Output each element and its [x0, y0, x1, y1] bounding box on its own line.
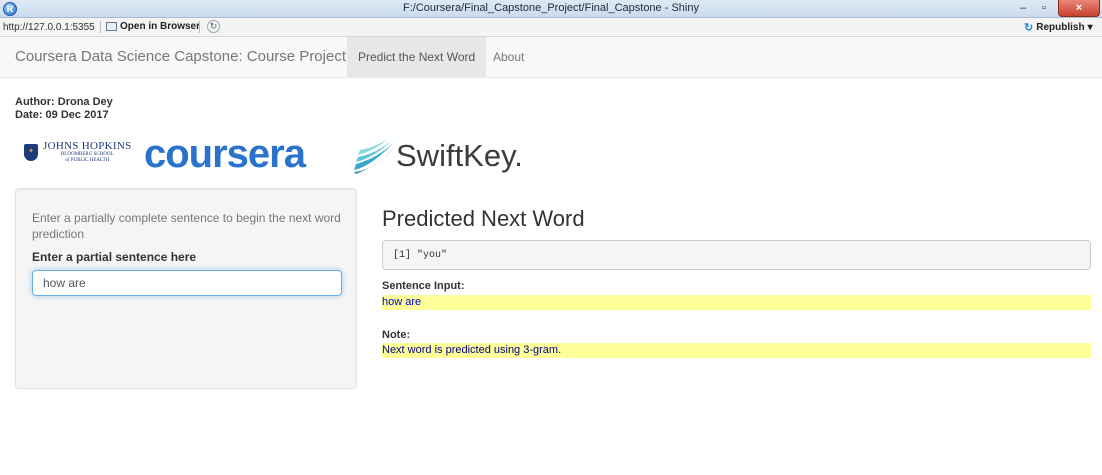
- refresh-icon[interactable]: ↻: [207, 20, 220, 33]
- sentence-input-label: Enter a partial sentence here: [32, 250, 197, 264]
- window-title-bar: R F:/Coursera/Final_Capstone_Project/Fin…: [0, 0, 1102, 18]
- toolbar-divider: [100, 21, 101, 33]
- date-text: Date: 09 Dec 2017: [15, 109, 109, 121]
- chevron-down-icon: ▾: [1087, 22, 1093, 33]
- help-text: Enter a partially complete sentence to b…: [32, 211, 341, 241]
- sentence-input-echo-label: Sentence Input:: [382, 280, 465, 292]
- minimize-button[interactable]: –: [1013, 0, 1033, 17]
- logo-banner: ✦ JOHNS HOPKINS BLOOMBERG SCHOOL of PUBL…: [24, 132, 544, 176]
- republish-icon: ↻: [1024, 22, 1034, 34]
- app-navbar: Coursera Data Science Capstone: Course P…: [0, 37, 1102, 78]
- browser-window-icon: [106, 22, 117, 31]
- coursera-logo: coursera: [144, 132, 306, 176]
- window-title: F:/Coursera/Final_Capstone_Project/Final…: [403, 2, 699, 14]
- republish-label: Republish: [1036, 22, 1085, 33]
- maximize-button[interactable]: ▫: [1034, 0, 1054, 17]
- republish-button[interactable]: ↻ Republish ▾: [1024, 21, 1093, 34]
- toolbar-divider: [199, 21, 200, 33]
- sidebar-panel: Enter a partially complete sentence to b…: [15, 188, 357, 389]
- jhu-logo-line1: JOHNS HOPKINS: [43, 140, 132, 152]
- note-label: Note:: [382, 329, 411, 341]
- jhu-shield-icon: ✦: [24, 143, 38, 161]
- viewer-toolbar: http://127.0.0.1:5355 Open in Browser ↻ …: [0, 18, 1102, 37]
- open-in-browser-button[interactable]: Open in Browser: [106, 21, 200, 32]
- swiftkey-swoosh-icon: [354, 139, 395, 174]
- navbar-brand[interactable]: Coursera Data Science Capstone: Course P…: [15, 48, 346, 65]
- url-text[interactable]: http://127.0.0.1:5355: [3, 22, 95, 33]
- close-button[interactable]: ×: [1058, 0, 1100, 17]
- author-text: Author: Drona Dey: [15, 96, 113, 108]
- sentence-input-echo: how are: [382, 295, 1091, 310]
- prediction-heading: Predicted Next Word: [382, 206, 585, 231]
- swiftkey-logo: SwiftKey.: [396, 138, 523, 173]
- open-in-browser-label: Open in Browser: [120, 21, 201, 32]
- author-block: Author: Drona Dey Date: 09 Dec 2017: [15, 96, 113, 122]
- johns-hopkins-logo: ✦ JOHNS HOPKINS BLOOMBERG SCHOOL of PUBL…: [24, 140, 132, 164]
- tab-predict-next-word[interactable]: Predict the Next Word: [347, 37, 487, 77]
- prediction-output: [1] "you": [382, 240, 1091, 270]
- note-text: Next word is predicted using 3-gram.: [382, 343, 1091, 358]
- tab-about[interactable]: About: [482, 37, 535, 77]
- jhu-logo-line3: of PUBLIC HEALTH: [65, 158, 110, 163]
- sentence-input[interactable]: [32, 270, 342, 296]
